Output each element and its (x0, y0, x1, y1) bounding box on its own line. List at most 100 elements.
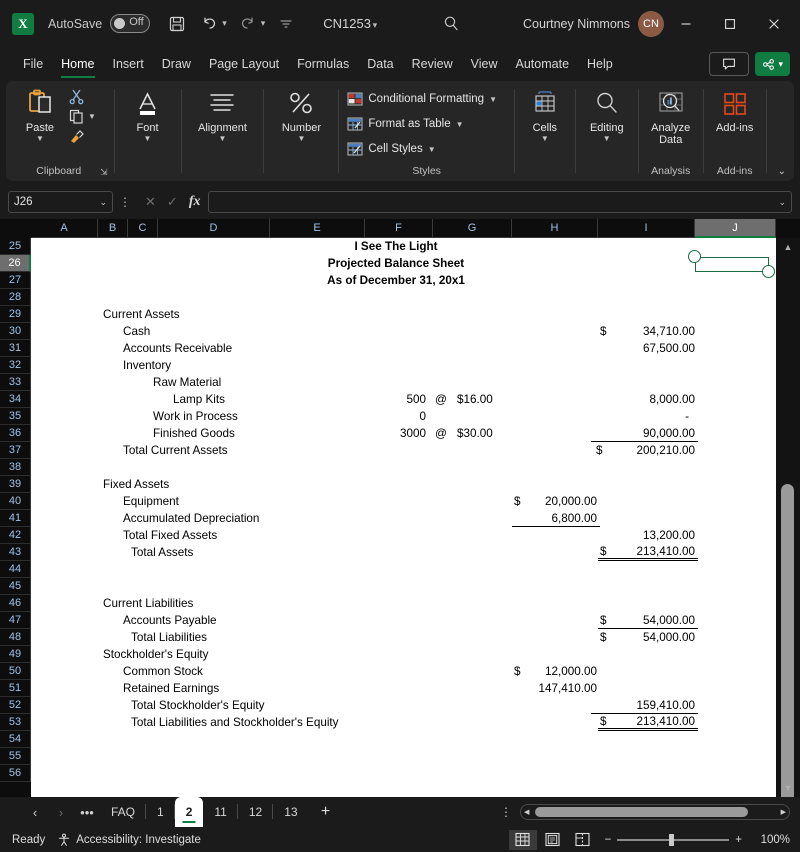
cut-button[interactable] (68, 88, 96, 105)
row-header-39[interactable]: 39 (0, 476, 31, 493)
redo-icon[interactable] (233, 9, 263, 39)
customize-quick-access-icon[interactable] (271, 9, 301, 39)
row-header-28[interactable]: 28 (0, 289, 31, 306)
column-header-g[interactable]: G (433, 219, 512, 238)
copy-dropdown-caret-icon[interactable]: ▼ (88, 112, 96, 121)
row-header-38[interactable]: 38 (0, 459, 31, 476)
format-as-table-button[interactable]: Format as Table ▼ (347, 113, 464, 135)
horizontal-scroll-thumb[interactable] (535, 807, 748, 817)
sheet-options-icon[interactable]: ⋮ (492, 805, 520, 819)
scroll-down-arrow-icon[interactable]: ▼ (776, 779, 800, 797)
column-header-f[interactable]: F (365, 219, 433, 238)
number-dropdown-caret-icon[interactable]: ▼ (297, 134, 305, 143)
row-header-32[interactable]: 32 (0, 357, 31, 374)
font-dropdown-caret-icon[interactable]: ▼ (144, 134, 152, 143)
row-header-53[interactable]: 53 (0, 714, 31, 731)
document-name-caret-icon[interactable]: ▾ (373, 20, 378, 30)
row-header-31[interactable]: 31 (0, 340, 31, 357)
analyze-data-button[interactable]: Analyze Data (647, 85, 695, 146)
zoom-level[interactable]: 100% (750, 834, 790, 846)
row-header-49[interactable]: 49 (0, 646, 31, 663)
sheet-tab-faq[interactable]: FAQ (100, 797, 147, 827)
share-button[interactable]: ▾ (755, 52, 790, 76)
row-header-51[interactable]: 51 (0, 680, 31, 697)
document-name[interactable]: CN1253 ▾ (323, 16, 379, 31)
number-button[interactable]: Number ▼ (272, 85, 330, 143)
sheet-tab-13[interactable]: 13 (273, 797, 308, 827)
formula-bar-expand-caret-icon[interactable]: ⌄ (778, 197, 786, 208)
alignment-button[interactable]: Alignment ▼ (189, 85, 255, 143)
previous-sheet-icon[interactable]: ‹ (22, 799, 48, 825)
scroll-right-arrow-icon[interactable]: ▶ (778, 808, 789, 816)
tab-review[interactable]: Review (403, 53, 462, 75)
paste-button[interactable]: Paste ▼ (12, 85, 68, 143)
cell-styles-button[interactable]: Cell Styles ▼ (347, 138, 436, 160)
font-button[interactable]: Font ▼ (123, 85, 173, 143)
avatar[interactable]: CN (638, 10, 664, 37)
page-layout-view-icon[interactable] (539, 830, 567, 850)
name-box[interactable]: J26 ⌄ (8, 191, 113, 213)
maximize-button[interactable] (708, 8, 752, 40)
undo-dropdown-caret-icon[interactable]: ▾ (222, 18, 227, 29)
tab-draw[interactable]: Draw (153, 53, 200, 75)
normal-view-icon[interactable] (508, 829, 537, 850)
row-header-26[interactable]: 26 (0, 255, 31, 272)
row-header-56[interactable]: 56 (0, 765, 31, 782)
tab-help[interactable]: Help (578, 53, 622, 75)
sheet-canvas[interactable]: I See The Light Projected Balance Sheet … (31, 238, 776, 797)
collapse-ribbon-icon[interactable]: ⌄ (778, 166, 786, 177)
row-header-41[interactable]: 41 (0, 510, 31, 527)
name-box-caret-icon[interactable]: ⌄ (99, 197, 107, 208)
tab-file[interactable]: File (14, 53, 52, 75)
row-header-48[interactable]: 48 (0, 629, 31, 646)
formula-input[interactable]: ⌄ (208, 191, 792, 213)
zoom-out-button[interactable]: − (605, 834, 612, 846)
undo-icon[interactable] (194, 9, 224, 39)
search-box[interactable] (379, 15, 523, 32)
conditional-formatting-caret-icon[interactable]: ▼ (489, 95, 497, 104)
row-header-47[interactable]: 47 (0, 612, 31, 629)
row-header-55[interactable]: 55 (0, 748, 31, 765)
enter-icon[interactable]: ✓ (167, 194, 178, 210)
next-sheet-icon[interactable]: › (48, 799, 74, 825)
accessibility-button[interactable]: Accessibility: Investigate (57, 833, 201, 847)
comments-button[interactable] (709, 52, 750, 76)
row-header-36[interactable]: 36 (0, 425, 31, 442)
horizontal-scrollbar[interactable]: ◀ ▶ (520, 804, 790, 820)
row-header-44[interactable]: 44 (0, 561, 31, 578)
sheet-tab-12[interactable]: 12 (238, 797, 274, 827)
row-header-27[interactable]: 27 (0, 272, 31, 289)
row-header-29[interactable]: 29 (0, 306, 31, 323)
page-break-preview-icon[interactable] (569, 830, 597, 850)
row-header-34[interactable]: 34 (0, 391, 31, 408)
vertical-scrollbar[interactable]: ▲ ▼ (776, 238, 800, 810)
row-header-46[interactable]: 46 (0, 595, 31, 612)
cells-dropdown-caret-icon[interactable]: ▼ (541, 134, 549, 143)
tab-page-layout[interactable]: Page Layout (200, 53, 288, 75)
row-header-25[interactable]: 25 (0, 238, 31, 255)
conditional-formatting-button[interactable]: Conditional Formatting ▼ (347, 88, 497, 110)
column-header-j[interactable]: J (695, 219, 776, 238)
redo-dropdown-caret-icon[interactable]: ▾ (261, 18, 266, 29)
tab-insert[interactable]: Insert (104, 53, 153, 75)
paste-dropdown-caret-icon[interactable]: ▼ (36, 134, 44, 143)
sheet-tab-1[interactable]: 1 (146, 797, 175, 827)
sheet-tab-11[interactable]: 11 (203, 797, 239, 827)
sheet-tab-2[interactable]: 2 (174, 797, 204, 827)
row-header-30[interactable]: 30 (0, 323, 31, 340)
column-header-d[interactable]: D (158, 219, 270, 238)
tab-home[interactable]: Home (52, 53, 103, 78)
selection-handle-top-left[interactable] (688, 250, 701, 263)
row-header-43[interactable]: 43 (0, 544, 31, 561)
all-sheets-icon[interactable]: ••• (74, 799, 100, 825)
insert-function-icon[interactable]: fx (189, 194, 201, 210)
vertical-scroll-thumb[interactable] (781, 484, 794, 810)
autosave-toggle[interactable]: Off (110, 14, 151, 33)
tab-data[interactable]: Data (358, 53, 402, 75)
row-header-35[interactable]: 35 (0, 408, 31, 425)
share-caret-icon[interactable]: ▾ (778, 59, 783, 70)
cells-button[interactable]: Cells ▼ (523, 85, 567, 143)
close-button[interactable] (752, 8, 796, 40)
row-header-33[interactable]: 33 (0, 374, 31, 391)
clipboard-dialog-launcher-icon[interactable]: ⇲ (100, 167, 108, 178)
